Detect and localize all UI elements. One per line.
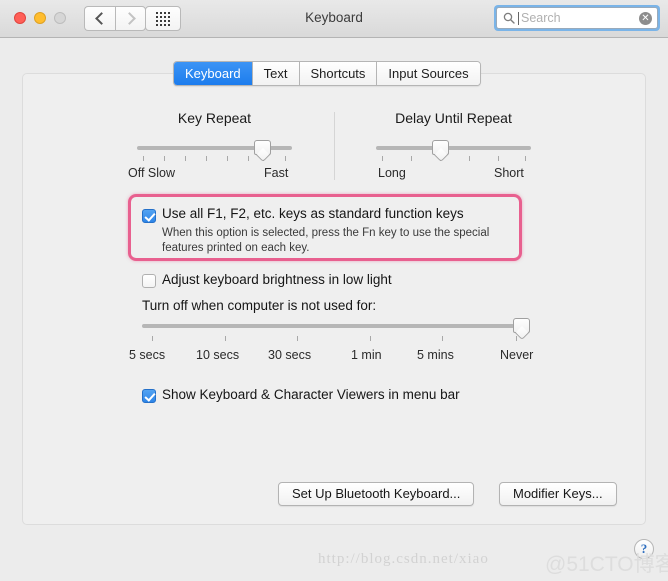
fn-keys-label: Use all F1, F2, etc. keys as standard fu… <box>162 206 464 221</box>
turn-off-tick-label-0: 5 secs <box>129 348 166 362</box>
key-repeat-knob[interactable] <box>254 140 271 155</box>
tab-shortcuts[interactable]: Shortcuts <box>299 62 378 85</box>
turn-off-tick-label-2: 30 secs <box>268 348 312 362</box>
setup-bluetooth-keyboard-button[interactable]: Set Up Bluetooth Keyboard... <box>278 482 475 506</box>
fn-keys-description-line1: When this option is selected, press the … <box>162 227 490 239</box>
turn-off-delay-knob[interactable] <box>513 318 530 333</box>
show-viewers-label: Show Keyboard & Character Viewers in men… <box>162 387 460 402</box>
preference-tabs: Keyboard Text Shortcuts Input Sources <box>173 61 481 86</box>
show-viewers-checkbox[interactable] <box>142 389 156 403</box>
watermark-url: http://blog.csdn.net/xiao <box>318 551 489 567</box>
keyboard-preferences-window: Keyboard Search ✕ Keyboard Text Shortcut… <box>0 0 668 581</box>
window-titlebar: Keyboard Search ✕ <box>0 0 668 38</box>
search-text-caret <box>518 12 519 25</box>
delay-until-repeat-slider-group: Delay Until Repeat Long Short <box>376 110 531 180</box>
turn-off-tick-label-1: 10 secs <box>196 348 240 362</box>
key-repeat-slider-group: Key Repeat Off Slow Fast <box>128 110 292 180</box>
slider-divider <box>334 112 335 180</box>
adjust-brightness-checkbox[interactable] <box>142 274 156 288</box>
turn-off-tick-label-5: Never <box>500 348 534 362</box>
delay-until-repeat-track[interactable] <box>376 146 531 150</box>
search-clear-icon[interactable]: ✕ <box>639 12 652 25</box>
key-repeat-title: Key Repeat <box>177 110 252 126</box>
search-input[interactable]: Search ✕ <box>496 7 658 29</box>
watermark-site: @51CTO博客 <box>545 553 668 576</box>
turn-off-delay-ticks <box>142 336 530 341</box>
fn-keys-checkbox[interactable] <box>142 209 156 223</box>
turn-off-tick-label-4: 5 mins <box>417 348 454 362</box>
key-repeat-left-label: Off Slow <box>128 166 176 180</box>
key-repeat-right-label: Fast <box>264 166 289 180</box>
tab-input-sources[interactable]: Input Sources <box>377 62 480 85</box>
turn-off-delay-track[interactable] <box>142 324 530 328</box>
turn-off-heading: Turn off when computer is not used for: <box>142 298 377 313</box>
delay-until-repeat-knob[interactable] <box>432 140 449 155</box>
tab-text[interactable]: Text <box>252 62 300 85</box>
tab-keyboard[interactable]: Keyboard <box>174 62 253 85</box>
turn-off-tick-label-3: 1 min <box>351 348 382 362</box>
delay-until-repeat-right-label: Short <box>494 166 524 180</box>
fn-keys-description-line2: features printed on each key. <box>162 242 310 254</box>
key-repeat-ticks <box>137 156 292 161</box>
delay-until-repeat-ticks <box>376 156 531 161</box>
delay-until-repeat-title: Delay Until Repeat <box>395 110 512 126</box>
search-placeholder: Search <box>521 11 561 25</box>
delay-until-repeat-left-label: Long <box>378 166 406 180</box>
search-focus-ring: Search ✕ <box>494 5 660 31</box>
modifier-keys-button[interactable]: Modifier Keys... <box>499 482 617 506</box>
magnifier-icon <box>503 12 515 24</box>
adjust-brightness-label: Adjust keyboard brightness in low light <box>162 272 392 287</box>
